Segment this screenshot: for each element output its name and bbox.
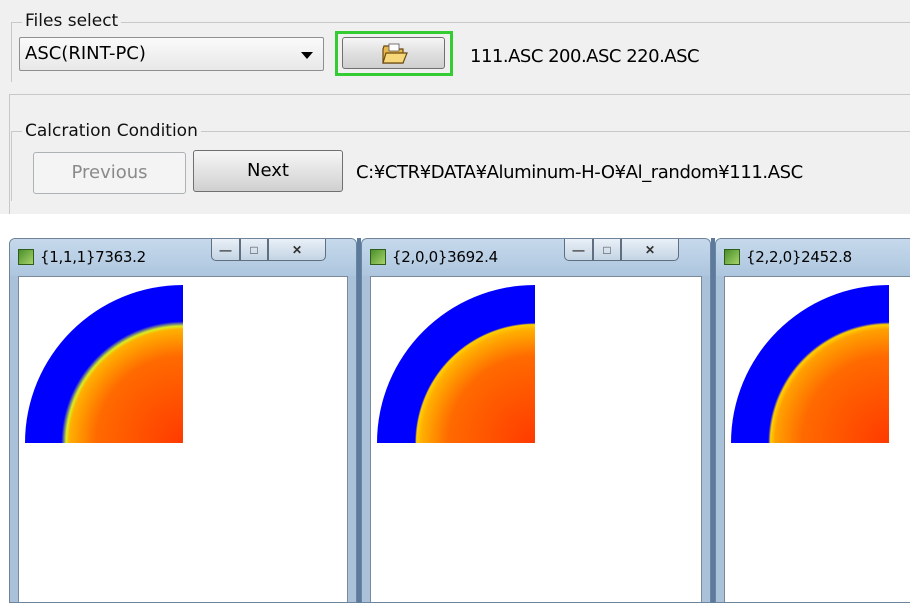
window-titlebar[interactable]: {2,0,0}3692.4 — □ ✕: [362, 239, 710, 276]
control-panel: Files select ASC(RINT-PC) 111.ASC 200.AS…: [0, 0, 910, 214]
chevron-down-icon[interactable]: [301, 52, 313, 59]
minimize-button[interactable]: —: [564, 239, 593, 261]
open-folder-icon: [382, 43, 408, 64]
window-titlebar[interactable]: {1,1,1}7363.2 — □ ✕: [10, 239, 356, 276]
format-select[interactable]: ASC(RINT-PC): [19, 37, 324, 71]
maximize-button[interactable]: □: [593, 239, 621, 261]
pole-figure-window-220[interactable]: {2,2,0}2452.8: [715, 238, 910, 603]
pole-figure-window-111[interactable]: {1,1,1}7363.2 — □ ✕: [9, 238, 357, 603]
window-client-area: [724, 276, 910, 602]
app-icon: [370, 249, 386, 265]
pole-figure-plot: [25, 285, 183, 443]
close-button[interactable]: ✕: [268, 239, 326, 261]
files-select-title: Files select: [22, 11, 122, 31]
window-title: {2,2,0}2452.8: [746, 248, 852, 266]
close-button[interactable]: ✕: [621, 239, 679, 261]
window-title: {1,1,1}7363.2: [40, 248, 146, 266]
minimize-button[interactable]: —: [211, 239, 240, 261]
previous-button[interactable]: Previous: [33, 152, 186, 194]
window-title: {2,0,0}3692.4: [392, 248, 498, 266]
pole-figure-quadrant: [25, 285, 183, 443]
open-files-button[interactable]: [342, 37, 445, 69]
maximize-button[interactable]: □: [240, 239, 268, 261]
current-file-path: C:¥CTR¥DATA¥Aluminum-H-O¥Al_random¥111.A…: [356, 162, 803, 183]
format-select-value: ASC(RINT-PC): [25, 43, 146, 64]
pole-figure-quadrant: [731, 285, 889, 443]
separator: [9, 94, 10, 214]
pole-figure-window-200[interactable]: {2,0,0}3692.4 — □ ✕: [361, 238, 711, 603]
window-client-area: [18, 276, 348, 602]
app-icon: [724, 249, 740, 265]
separator: [9, 94, 910, 95]
pole-figure-plot: [377, 285, 535, 443]
window-client-area: [370, 276, 702, 602]
pole-figure-plot: [731, 285, 889, 443]
selected-files-text: 111.ASC 200.ASC 220.ASC: [470, 46, 700, 67]
calc-condition-title: Calcration Condition: [22, 121, 201, 141]
next-button[interactable]: Next: [193, 150, 343, 192]
app-icon: [18, 249, 34, 265]
window-titlebar[interactable]: {2,2,0}2452.8: [716, 239, 910, 276]
pole-figure-quadrant: [377, 285, 535, 443]
